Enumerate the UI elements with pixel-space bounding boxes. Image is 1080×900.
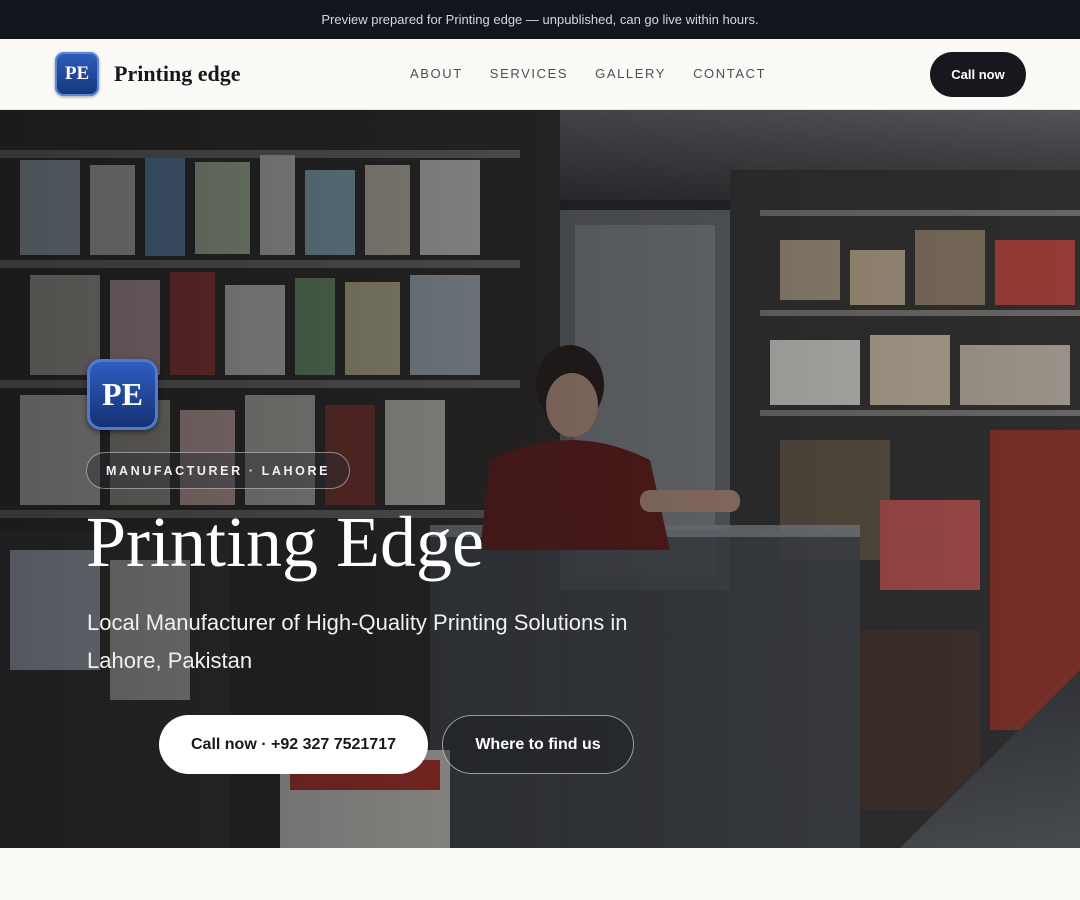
- nav-link-contact[interactable]: CONTACT: [693, 66, 766, 81]
- brand-name[interactable]: Printing edge: [114, 61, 241, 87]
- preview-banner: Preview prepared for Printing edge — unp…: [0, 0, 1080, 39]
- call-now-button[interactable]: Call now: [930, 52, 1026, 97]
- logo-icon[interactable]: PE: [55, 52, 99, 96]
- main-nav: ABOUT SERVICES GALLERY CONTACT: [410, 66, 766, 81]
- nav-link-services[interactable]: SERVICES: [490, 66, 568, 81]
- hero-logo-icon: PE: [87, 359, 158, 430]
- call-phone-button[interactable]: Call now · +92 327 7521717: [159, 715, 428, 774]
- hero-section: PE MANUFACTURER · LAHORE Printing Edge L…: [0, 110, 1080, 848]
- site-header: PE Printing edge ABOUT SERVICES GALLERY …: [0, 39, 1080, 110]
- find-us-button[interactable]: Where to find us: [442, 715, 634, 774]
- hero-title: Printing Edge: [86, 502, 484, 582]
- preview-banner-text: Preview prepared for Printing edge — unp…: [321, 12, 759, 27]
- hero-logo-initials: PE: [102, 376, 143, 412]
- nav-link-gallery[interactable]: GALLERY: [595, 66, 666, 81]
- next-section: [0, 848, 1080, 900]
- logo-initials: PE: [64, 63, 90, 84]
- hero-subtitle: Local Manufacturer of High-Quality Print…: [87, 610, 628, 673]
- nav-link-about[interactable]: ABOUT: [410, 66, 463, 81]
- hero-tag: MANUFACTURER · LAHORE: [86, 452, 351, 489]
